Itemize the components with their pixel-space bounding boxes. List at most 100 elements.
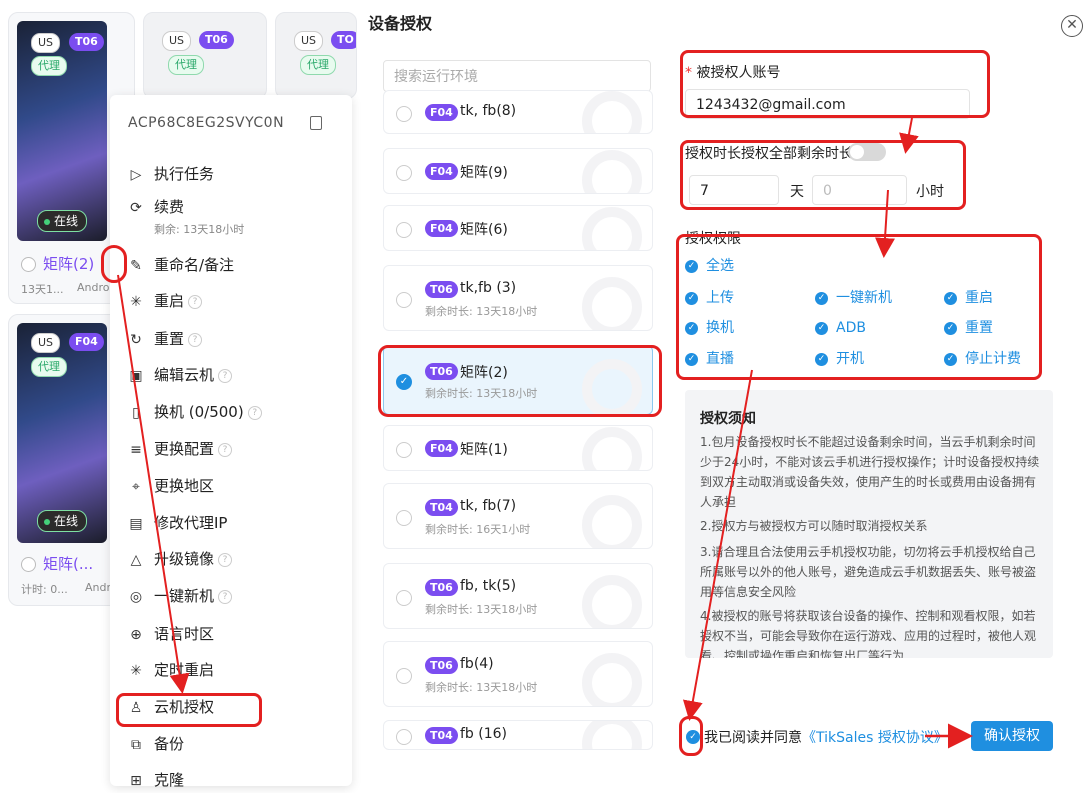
menu-item-label: 云机授权 <box>154 698 215 716</box>
env-item[interactable]: T06 fb, tk(5) 剩余时长: 13天18小时 <box>383 563 653 629</box>
permission-checkbox[interactable]: ✓ 重启 <box>944 288 993 308</box>
menu-icon: ♙ <box>129 700 143 716</box>
menu-item-1[interactable]: ⟳ 续费 <box>128 195 184 219</box>
account-label: * 被授权人账号 <box>685 65 781 81</box>
env-radio[interactable] <box>396 668 412 684</box>
menu-item-8[interactable]: ⌖ 更换地区 <box>128 474 214 498</box>
copy-icon[interactable] <box>310 116 322 130</box>
permission-label: 授权权限 <box>685 231 741 247</box>
env-radio[interactable] <box>396 222 412 238</box>
env-item[interactable]: T04 fb (16) <box>383 720 653 750</box>
agreement-link[interactable]: 《TikSales 授权协议》 <box>802 730 948 746</box>
card-select-radio[interactable] <box>21 257 36 272</box>
env-item[interactable]: T04 tk, fb(7) 剩余时长: 16天1小时 <box>383 483 653 549</box>
phone-card-2[interactable]: US T06 代理 <box>143 12 267 99</box>
menu-item-0[interactable]: ▷ 执行任务 <box>128 162 214 186</box>
card-os: Andro <box>77 281 110 294</box>
env-type-badge: F04 <box>425 104 458 121</box>
menu-item-15[interactable]: ⧉ 备份 <box>128 732 184 756</box>
agree-checkbox[interactable]: ✓ <box>686 730 700 744</box>
env-item[interactable]: F04 矩阵(6) <box>383 205 653 251</box>
menu-item-10[interactable]: △ 升级镜像? <box>128 547 233 571</box>
card-name: 矩阵(... <box>43 555 94 573</box>
menu-item-5[interactable]: ▣ 编辑云机? <box>128 363 233 387</box>
menu-item-7[interactable]: ≡ 更换配置? <box>128 437 233 461</box>
logo-watermark-icon <box>582 653 642 706</box>
menu-item-12[interactable]: ⊕ 语言时区 <box>128 622 214 646</box>
help-icon[interactable]: ? <box>218 368 233 383</box>
menu-icon: ✳ <box>130 663 142 679</box>
menu-item-16[interactable]: ⊞ 克隆 <box>128 768 184 792</box>
menu-item-13[interactable]: ✳ 定时重启 <box>128 658 214 682</box>
env-item[interactable]: T06 tk,fb (3) 剩余时长: 13天18小时 <box>383 265 653 331</box>
close-icon[interactable]: ✕ <box>1061 15 1083 37</box>
permission-checkbox[interactable]: ✓ 停止计费 <box>944 349 1021 369</box>
menu-item-label: 备份 <box>154 735 185 753</box>
menu-item-4[interactable]: ↻ 重置? <box>128 327 203 351</box>
card-os: Andr <box>85 581 112 594</box>
hours-input[interactable]: 0 <box>812 175 907 205</box>
agree-text: 我已阅读并同意《TikSales 授权协议》 <box>704 730 948 746</box>
env-name: 矩阵(9) <box>460 165 508 181</box>
permission-checkbox[interactable]: ✓ ADB <box>815 318 866 338</box>
account-input[interactable]: 1243432@gmail.com <box>685 89 970 119</box>
env-radio[interactable] <box>396 106 412 122</box>
env-name: 矩阵(1) <box>460 442 508 458</box>
menu-item-14[interactable]: ♙ 云机授权 <box>128 695 214 719</box>
env-item[interactable]: ✓ T06 矩阵(2) 剩余时长: 13天18小时 <box>383 345 653 415</box>
env-item[interactable]: T06 fb(4) 剩余时长: 13天18小时 <box>383 641 653 707</box>
menu-icon: ⊞ <box>130 773 142 789</box>
help-icon[interactable]: ? <box>247 405 262 420</box>
env-name: fb(4) <box>460 656 494 672</box>
env-radio[interactable] <box>396 590 412 606</box>
menu-item-label: 定时重启 <box>154 661 215 679</box>
proxy-badge: 代理 <box>168 55 204 75</box>
phone-screenshot <box>17 21 107 241</box>
menu-item-9[interactable]: ▤ 修改代理IP <box>128 511 227 535</box>
menu-icon: ✳ <box>130 294 142 310</box>
env-name: tk, fb(7) <box>460 498 517 514</box>
card-select-radio[interactable] <box>21 557 36 572</box>
env-radio[interactable] <box>396 729 412 745</box>
help-icon[interactable]: ? <box>188 294 203 309</box>
env-item[interactable]: F04 矩阵(9) <box>383 148 653 194</box>
permission-checkbox[interactable]: ✓ 直播 <box>685 349 734 369</box>
env-search-input[interactable]: 搜索运行环境 <box>383 60 651 92</box>
permission-checkbox[interactable]: ✓ 换机 <box>685 318 734 338</box>
env-item[interactable]: F04 tk, fb(8) <box>383 90 653 134</box>
help-icon[interactable]: ? <box>218 442 233 457</box>
help-icon[interactable]: ? <box>188 332 203 347</box>
menu-item-6[interactable]: ▯ 换机 (0/500)? <box>128 400 262 424</box>
env-name: 矩阵(6) <box>460 222 508 238</box>
notice-3: 3.请合理且合法使用云手机授权功能，切勿将云手机授权给自己所属账号以外的他人账号… <box>700 545 1037 599</box>
permission-checkbox[interactable]: ✓ 重置 <box>944 318 993 338</box>
device-id: ACP68C8EG2SVYC0N <box>128 115 285 131</box>
menu-item-2[interactable]: ✎ 重命名/备注 <box>128 253 234 277</box>
full-duration-toggle[interactable] <box>848 143 886 161</box>
days-input[interactable]: 7 <box>689 175 779 205</box>
help-icon[interactable]: ? <box>218 589 233 604</box>
check-icon: ✓ <box>685 259 698 273</box>
env-radio[interactable] <box>396 510 412 526</box>
help-icon[interactable]: ? <box>218 552 233 567</box>
select-all-checkbox[interactable]: ✓ 全选 <box>685 256 734 276</box>
region-badge: US <box>31 33 61 53</box>
confirm-authorize-button[interactable]: 确认授权 <box>971 721 1053 751</box>
menu-item-11[interactable]: ◎ 一键新机? <box>128 584 233 608</box>
env-type-badge: F04 <box>425 220 458 237</box>
env-name: tk,fb (3) <box>460 280 517 296</box>
env-item[interactable]: F04 矩阵(1) <box>383 425 653 471</box>
permission-checkbox[interactable]: ✓ 开机 <box>815 349 864 369</box>
logo-watermark-icon <box>582 359 642 414</box>
env-radio[interactable] <box>396 292 412 308</box>
phone-card-4[interactable]: US F04 代理 在线 矩阵(... 计时: 0... Andr <box>8 314 120 606</box>
env-name: tk, fb(8) <box>460 103 517 119</box>
env-radio[interactable] <box>396 442 412 458</box>
menu-icon: △ <box>130 552 142 568</box>
phone-card-3[interactable]: US TO 代理 <box>275 12 357 99</box>
env-radio[interactable]: ✓ <box>396 374 412 390</box>
env-radio[interactable] <box>396 165 412 181</box>
permission-checkbox[interactable]: ✓ 上传 <box>685 288 734 308</box>
menu-item-3[interactable]: ✳ 重启? <box>128 289 203 313</box>
permission-checkbox[interactable]: ✓ 一键新机 <box>815 288 892 308</box>
